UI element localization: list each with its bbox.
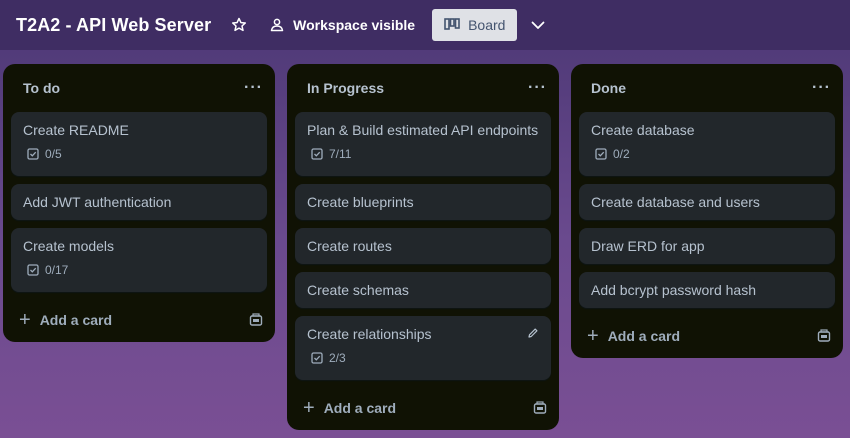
list-done: Done ··· Create database 0/2 Create data… (571, 64, 843, 358)
list-menu-icon[interactable]: ··· (528, 79, 547, 97)
view-switcher-button[interactable] (530, 17, 546, 33)
add-card-label: Add a card (323, 400, 397, 416)
plus-icon: + (303, 397, 315, 419)
list-title[interactable]: In Progress (307, 80, 384, 96)
people-icon (270, 18, 284, 32)
checklist-count: 0/5 (45, 147, 62, 161)
list-header: To do ··· (3, 64, 275, 112)
add-card-button[interactable]: + Add a card (303, 398, 396, 418)
plus-icon: + (19, 309, 31, 331)
board-view-icon (444, 18, 460, 30)
checklist-icon (27, 264, 39, 276)
add-card-button[interactable]: + Add a card (19, 310, 112, 330)
add-card-row: + Add a card (571, 316, 843, 356)
star-button[interactable] (231, 17, 247, 33)
card[interactable]: Create routes (295, 228, 551, 264)
board-view-label: Board (468, 17, 506, 33)
chevron-down-icon (532, 21, 545, 29)
card-title: Plan & Build estimated API endpoints (307, 122, 539, 138)
checklist-icon (311, 148, 323, 160)
board-title[interactable]: T2A2 - API Web Server (16, 15, 211, 36)
checklist-count: 2/3 (329, 351, 346, 365)
list-in-progress: In Progress ··· Plan & Build estimated A… (287, 64, 559, 430)
star-icon (232, 17, 247, 32)
card[interactable]: Add bcrypt password hash (579, 272, 835, 308)
checklist-badge: 0/17 (27, 263, 255, 277)
card[interactable]: Create database 0/2 (579, 112, 835, 176)
add-card-button[interactable]: + Add a card (587, 326, 680, 346)
checklist-badge: 0/2 (595, 147, 823, 161)
checklist-icon (311, 352, 323, 364)
card[interactable]: Create relationships 2/3 (295, 316, 551, 380)
card[interactable]: Draw ERD for app (579, 228, 835, 264)
board-header: T2A2 - API Web Server Workspace visible … (0, 0, 850, 50)
list-header: Done ··· (571, 64, 843, 112)
card[interactable]: Create README 0/5 (11, 112, 267, 176)
checklist-count: 0/2 (613, 147, 630, 161)
card-title: Create database (591, 122, 695, 138)
card-title: Create schemas (307, 282, 409, 298)
checklist-icon (27, 148, 39, 160)
edit-pencil-icon[interactable] (527, 327, 539, 339)
create-from-template-icon[interactable] (533, 401, 547, 415)
card-title: Create blueprints (307, 194, 414, 210)
card[interactable]: Add JWT authentication (11, 184, 267, 220)
card-title: Create routes (307, 238, 392, 254)
visibility-label: Workspace visible (293, 17, 416, 33)
add-card-label: Add a card (39, 312, 113, 328)
card-title: Add JWT authentication (23, 194, 172, 210)
add-card-row: + Add a card (3, 300, 275, 340)
checklist-badge: 0/5 (27, 147, 255, 161)
checklist-badge: 7/11 (311, 147, 539, 161)
card[interactable]: Create blueprints (295, 184, 551, 220)
card-title: Create relationships (307, 326, 432, 342)
card[interactable]: Create schemas (295, 272, 551, 308)
checklist-icon (595, 148, 607, 160)
create-from-template-icon[interactable] (249, 313, 263, 327)
card-title: Create README (23, 122, 129, 138)
card-title: Create database and users (591, 194, 760, 210)
checklist-badge: 2/3 (311, 351, 539, 365)
plus-icon: + (587, 325, 599, 347)
add-card-label: Add a card (607, 328, 681, 344)
create-from-template-icon[interactable] (817, 329, 831, 343)
list-menu-icon[interactable]: ··· (244, 79, 263, 97)
list-to-do: To do ··· Create README 0/5 Add JWT auth… (3, 64, 275, 342)
card[interactable]: Create models 0/17 (11, 228, 267, 292)
board-view-button[interactable]: Board (432, 9, 518, 41)
card[interactable]: Create database and users (579, 184, 835, 220)
add-card-row: + Add a card (287, 388, 559, 428)
card[interactable]: Plan & Build estimated API endpoints 7/1… (295, 112, 551, 176)
list-header: In Progress ··· (287, 64, 559, 112)
card-title: Add bcrypt password hash (591, 282, 756, 298)
list-title[interactable]: To do (23, 80, 60, 96)
card-title: Draw ERD for app (591, 238, 705, 254)
list-menu-icon[interactable]: ··· (812, 79, 831, 97)
checklist-count: 0/17 (45, 263, 69, 277)
visibility-button[interactable]: Workspace visible (269, 17, 415, 33)
card-title: Create models (23, 238, 115, 254)
checklist-count: 7/11 (329, 147, 352, 161)
list-title[interactable]: Done (591, 80, 626, 96)
